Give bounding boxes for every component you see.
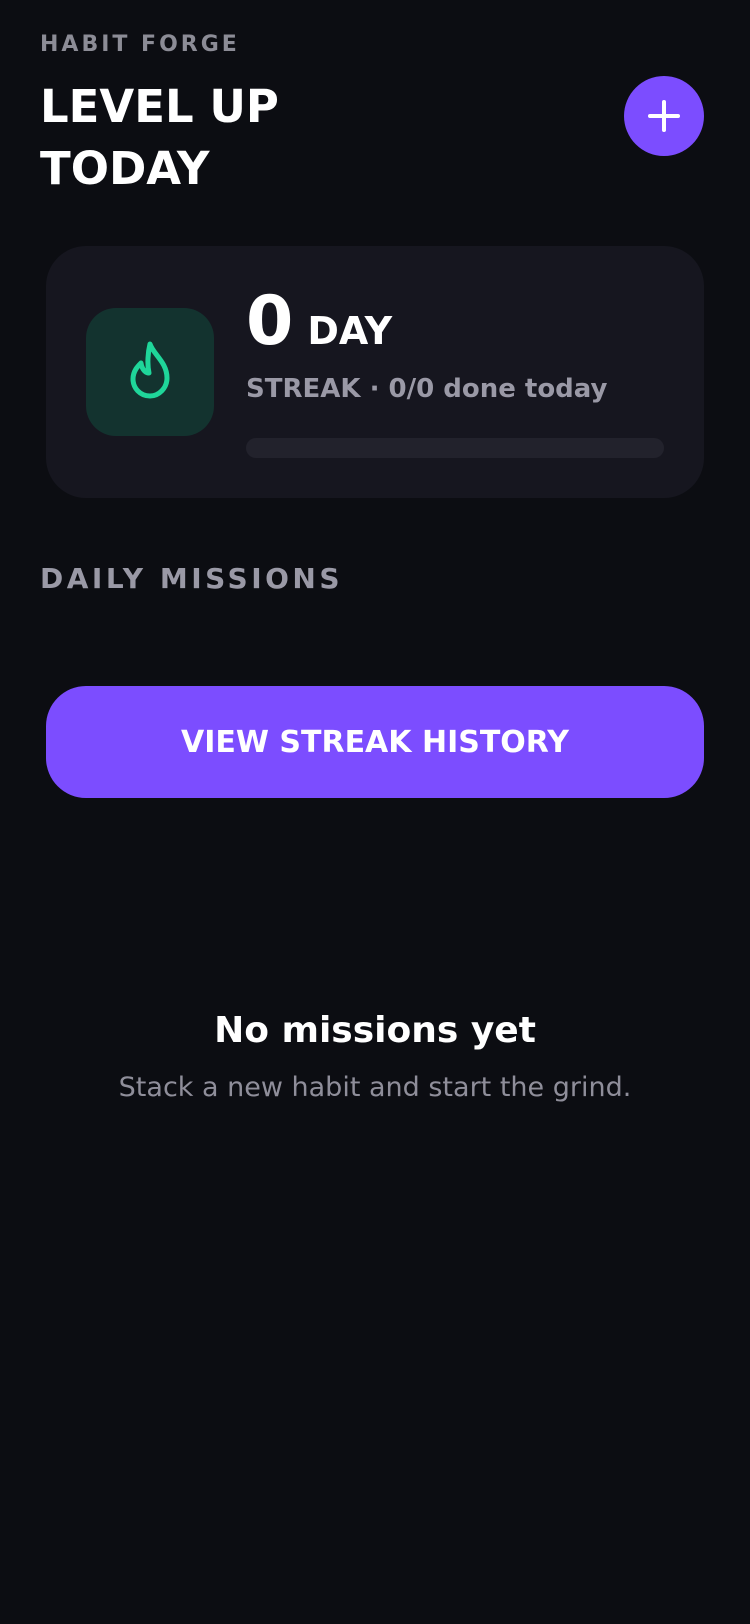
section-title: DAILY MISSIONS (40, 562, 344, 595)
flame-icon (120, 338, 180, 406)
streak-unit: DAY (307, 309, 393, 353)
plus-icon (647, 99, 681, 133)
view-streak-history-button[interactable]: VIEW STREAK HISTORY (46, 686, 704, 798)
flame-tile (86, 308, 214, 436)
app-label: HABIT FORGE (40, 32, 240, 57)
streak-count-row: 0 DAY (246, 282, 392, 362)
empty-state-title: No missions yet (214, 1010, 536, 1051)
streak-count: 0 (246, 282, 294, 361)
empty-state-subtitle: Stack a new habit and start the grind. (118, 1072, 632, 1103)
streak-progress-bar (246, 438, 664, 458)
streak-card: 0 DAY STREAK · 0/0 done today (46, 246, 704, 498)
page-title: LEVEL UP TODAY (40, 80, 279, 195)
add-habit-button[interactable] (624, 76, 704, 156)
streak-subtitle: STREAK · 0/0 done today (246, 374, 608, 404)
